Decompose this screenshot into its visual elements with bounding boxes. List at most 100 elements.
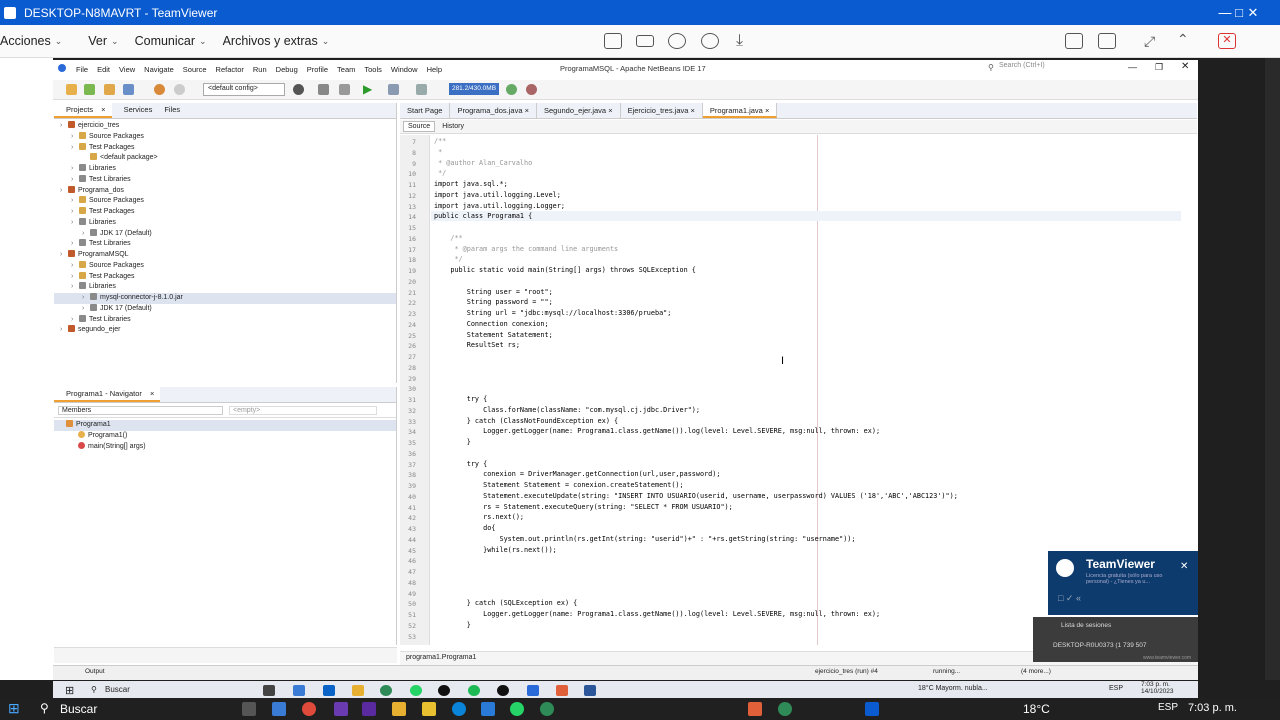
members-select[interactable]: Members — [58, 405, 223, 415]
remote-lang[interactable]: ESP — [1109, 685, 1123, 692]
tree-item[interactable]: › Libraries — [54, 282, 396, 293]
host-chrome-icon[interactable] — [540, 702, 554, 716]
run-icon[interactable]: ▶ — [363, 82, 372, 96]
code-line[interactable]: public class Programa1 { — [434, 212, 532, 220]
breadcrumb[interactable]: programa1.Programa1 — [406, 654, 476, 661]
tree-item[interactable]: › Test Packages — [54, 207, 396, 218]
code-line[interactable]: String url = "jdbc:mysql://localhost:330… — [434, 309, 672, 317]
nb-minimize-button[interactable]: — — [1128, 62, 1137, 72]
output-button[interactable]: Output — [85, 668, 105, 675]
collapse-chevron-icon[interactable]: ⌃ — [1177, 31, 1189, 48]
tree-item[interactable]: › segundo_ejer — [54, 325, 396, 336]
tree-item[interactable]: › mysql-connector-j-8.1.0.jar — [54, 293, 396, 304]
expand-chevron-icon[interactable]: › — [82, 304, 90, 315]
code-line[interactable]: * @author Alan_Carvalho — [434, 159, 532, 167]
menu-run[interactable]: Run — [253, 65, 267, 74]
expand-chevron-icon[interactable]: › — [82, 229, 90, 240]
expand-chevron-icon[interactable]: › — [71, 315, 79, 326]
camera-icon[interactable] — [1098, 33, 1116, 49]
menu-window[interactable]: Window — [391, 65, 418, 74]
dashboard-icon[interactable] — [604, 33, 622, 49]
host-clock[interactable]: 7:03 p. m. — [1188, 702, 1237, 714]
close-button[interactable]: ✕ — [1238, 0, 1268, 25]
app2-icon[interactable] — [556, 685, 568, 696]
menu-ver[interactable]: Ver ⌄ — [88, 34, 118, 48]
undo-icon[interactable] — [154, 84, 165, 95]
code-line[interactable]: rs.next(); — [434, 513, 524, 521]
remote-clock[interactable]: 7:03 p. m. 14/10/2023 — [1141, 681, 1174, 695]
expand-chevron-icon[interactable]: › — [71, 261, 79, 272]
code-line[interactable]: import java.sql.*; — [434, 180, 508, 188]
nav-item-constructor[interactable]: Programa1() — [54, 430, 396, 442]
code-line[interactable]: import java.util.logging.Logger; — [434, 202, 565, 210]
code-line[interactable]: conexion = DriverManager.getConnection(u… — [434, 470, 720, 478]
download-icon[interactable]: ⤓ — [736, 32, 743, 50]
code-line[interactable]: } catch (ClassNotFoundException ex) { — [434, 417, 618, 425]
menu-comunicar[interactable]: Comunicar ⌄ — [135, 34, 207, 48]
open-project-icon[interactable] — [104, 84, 115, 95]
new-file-icon[interactable] — [84, 84, 95, 95]
code-line[interactable]: System.out.println(rs.getInt(string: "us… — [434, 535, 855, 543]
code-line[interactable]: /** — [434, 234, 462, 242]
windows-start-icon[interactable]: ⊞ — [65, 684, 74, 697]
debug-icon[interactable] — [388, 84, 399, 95]
code-line[interactable]: } catch (SQLException ex) { — [434, 599, 578, 607]
github-icon[interactable] — [438, 685, 450, 696]
tree-item[interactable]: › ejercicio_tres — [54, 121, 396, 132]
tree-item[interactable]: › Test Packages — [54, 271, 396, 283]
tab-services[interactable]: Services — [118, 103, 159, 118]
tree-item[interactable]: › Source Packages — [54, 196, 396, 207]
host-folder-icon[interactable] — [392, 702, 406, 716]
spotify-icon[interactable] — [468, 685, 480, 696]
screenshot-icon[interactable] — [1065, 33, 1083, 49]
nb-close-button[interactable]: ✕ — [1181, 61, 1189, 72]
code-line[interactable]: String user = "root"; — [434, 288, 553, 296]
tree-item[interactable]: › Programa_dos — [54, 185, 396, 197]
popup-close-icon[interactable]: ✕ — [1180, 561, 1188, 572]
clean-build-icon[interactable] — [339, 84, 350, 95]
host-app2-icon[interactable] — [334, 702, 348, 716]
expand-chevron-icon[interactable]: › — [60, 186, 68, 197]
code-line[interactable]: Connection conexion; — [434, 320, 549, 328]
tree-item[interactable]: › Test Libraries — [54, 314, 396, 326]
more-tasks[interactable]: (4 more...) — [1021, 668, 1051, 675]
menu-archivos[interactable]: Archivos y extras ⌄ — [223, 34, 330, 48]
nav-item-class[interactable]: Programa1 — [54, 420, 396, 431]
expand-chevron-icon[interactable]: › — [71, 175, 79, 186]
run-status[interactable]: ejercicio_tres (run) #4 — [815, 668, 878, 675]
nb-restore-button[interactable]: ❐ — [1155, 62, 1163, 73]
tab-files[interactable]: Files — [158, 103, 186, 118]
code-line[interactable]: /** — [434, 137, 446, 145]
host-app-icon[interactable] — [302, 702, 316, 716]
code-line[interactable]: try { — [434, 460, 487, 468]
expand-chevron-icon[interactable]: › — [71, 132, 79, 143]
expand-chevron-icon[interactable]: › — [71, 164, 79, 175]
tab-segundo-ejer[interactable]: Segundo_ejer.java × — [537, 103, 621, 118]
code-line[interactable]: * @param args the command line arguments — [434, 245, 618, 253]
tree-item[interactable]: › JDK 17 (Default) — [54, 303, 396, 315]
code-line[interactable]: */ — [434, 255, 462, 263]
end-session-icon[interactable]: ✕ — [1218, 33, 1236, 49]
code-line[interactable]: try { — [434, 395, 487, 403]
history-tab[interactable]: History — [438, 122, 468, 131]
remote-weather[interactable]: 18°C Mayorm. nubla... — [918, 685, 988, 692]
filter-select[interactable]: <empty> — [229, 405, 377, 415]
expand-chevron-icon[interactable]: › — [60, 121, 68, 132]
menu-help[interactable]: Help — [427, 65, 442, 74]
expand-chevron-icon[interactable]: › — [71, 218, 79, 229]
memory-indicator[interactable]: 281.2/430.0MB — [449, 83, 499, 95]
tab-ejercicio-tres[interactable]: Ejercicio_tres.java × — [621, 103, 703, 118]
tree-item[interactable]: › Source Packages — [54, 260, 396, 272]
menu-edit[interactable]: Edit — [97, 65, 110, 74]
menu-source[interactable]: Source — [183, 65, 207, 74]
tree-item[interactable]: <default package> — [54, 153, 396, 164]
code-line[interactable]: } — [434, 438, 471, 446]
popup-actions-icon[interactable]: □ ✓ « — [1058, 593, 1081, 604]
host-vscode-icon[interactable] — [481, 702, 495, 716]
config-select[interactable]: <default config> — [203, 83, 285, 96]
code-line[interactable]: */ — [434, 169, 446, 177]
code-line[interactable]: ResultSet rs; — [434, 341, 520, 349]
nav-item-main[interactable]: main(String[] args) — [54, 441, 396, 453]
code-line[interactable]: do{ — [434, 524, 495, 532]
taskview-icon[interactable] — [263, 685, 275, 696]
